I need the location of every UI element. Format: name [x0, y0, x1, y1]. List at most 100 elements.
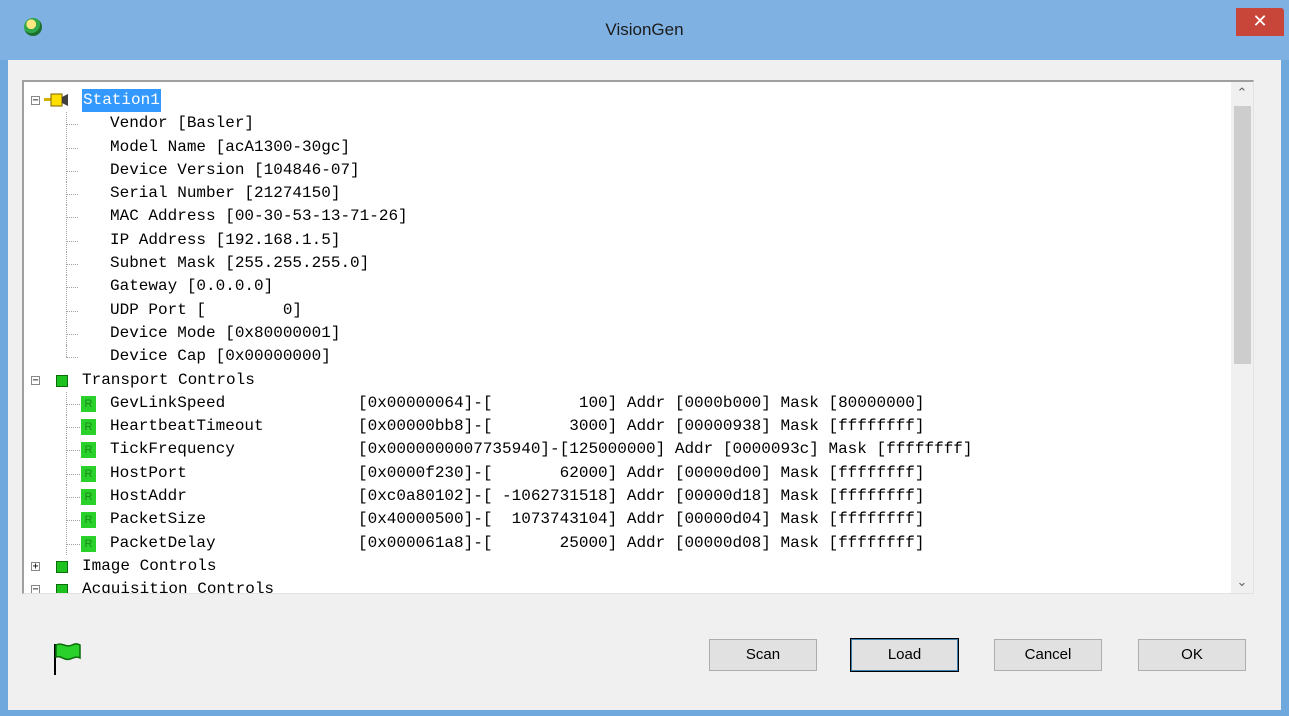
register-value: [0x00000064]-[ 100] Addr [0000b000] Mask… — [358, 393, 925, 412]
register-row[interactable]: R TickFrequency [0x0000000007735940]-[1250… — [24, 438, 1204, 462]
scan-button[interactable]: Scan — [709, 639, 817, 671]
tree-node-label[interactable]: Station1 — [82, 89, 161, 112]
tree-guide-line — [66, 264, 78, 266]
station-info-item[interactable]: Device Version [104846-07] — [24, 158, 1204, 182]
station-info-list: Vendor [Basler] Model Name [acA1300-30gc]… — [24, 112, 1204, 368]
scroll-down-arrow-icon[interactable]: ⌄ — [1231, 571, 1253, 593]
register-icon: R — [81, 395, 96, 412]
station-info-item[interactable]: Device Mode [0x80000001] — [24, 321, 1204, 345]
tree-node-label[interactable]: Acquisition Controls — [82, 578, 274, 593]
vertical-scrollbar[interactable]: ⌃ ⌄ — [1231, 82, 1253, 593]
device-tree[interactable]: − Station1 Vendor [Basler] Model Name [ac… — [22, 80, 1254, 594]
register-row[interactable]: R HostAddr [0xc0a80102]-[ -1062731518] Add… — [24, 485, 1204, 509]
tree-guide-line — [66, 147, 78, 149]
scroll-up-arrow-icon[interactable]: ⌃ — [1231, 82, 1253, 104]
collapse-toggle[interactable]: − — [31, 585, 40, 593]
register-list: R GevLinkSpeed [0x00000064]-[ 100] Addr [0… — [24, 391, 1204, 555]
register-row[interactable]: R PacketSize [0x40000500]-[ 1073743104] Ad… — [24, 508, 1204, 532]
register-value: [0xc0a80102]-[ -1062731518] Addr [00000d… — [358, 487, 925, 506]
station-info-label: Device Cap [0x00000000] — [110, 347, 331, 366]
green-node-icon — [56, 584, 68, 593]
register-name: TickFrequency — [110, 440, 235, 459]
tree-node-transport-controls[interactable]: − Transport Controls — [24, 369, 1204, 392]
station-info-item[interactable]: Device Cap [0x00000000] — [24, 345, 1204, 368]
tree-guide-line — [66, 217, 78, 219]
tree-guide-line — [66, 427, 80, 429]
tree-guide-line — [66, 473, 80, 475]
dialog-client-area: − Station1 Vendor [Basler] Model Name [ac… — [8, 60, 1281, 710]
register-name: HostPort — [110, 463, 187, 482]
tree-guide-line — [66, 194, 78, 196]
station-info-label: Gateway [0.0.0.0] — [110, 277, 274, 296]
tree-guide-line — [66, 403, 80, 405]
green-node-icon — [56, 560, 68, 573]
station-info-item[interactable]: Serial Number [21274150] — [24, 182, 1204, 206]
tree-guide-line — [66, 287, 78, 289]
tree-guide-line — [66, 543, 80, 545]
tree-guide-line — [66, 124, 78, 126]
register-name: PacketDelay — [110, 533, 216, 552]
tree-node-image-controls[interactable]: + Image Controls — [24, 555, 1204, 578]
station-info-label: Model Name [acA1300-30gc] — [110, 137, 351, 156]
register-row[interactable]: R GevLinkSpeed [0x00000064]-[ 100] Addr [0… — [24, 391, 1204, 415]
tree-guide-line — [66, 310, 78, 312]
station-info-label: Device Version [104846-07] — [110, 160, 360, 179]
station-info-label: Device Mode [0x80000001] — [110, 323, 341, 342]
register-row[interactable]: R HeartbeatTimeout [0x00000bb8]-[ 3000] Ad… — [24, 415, 1204, 439]
station-info-item[interactable]: UDP Port [ 0] — [24, 298, 1204, 322]
load-button[interactable]: Load — [850, 638, 959, 672]
tree-guide-line — [66, 357, 78, 359]
register-name: PacketSize — [110, 510, 207, 529]
register-row[interactable]: R HostPort [0x0000f230]-[ 62000] Addr [000… — [24, 461, 1204, 485]
tree-guide-line — [66, 170, 78, 172]
register-name: HeartbeatTimeout — [110, 417, 264, 436]
camera-icon — [44, 93, 68, 107]
register-name: HostAddr — [110, 487, 187, 506]
collapse-toggle[interactable]: − — [31, 96, 40, 106]
tree-guide-line — [66, 240, 78, 242]
close-button[interactable]: ✕ — [1236, 8, 1284, 36]
tree-guide-line — [66, 333, 78, 335]
station-info-label: UDP Port [ 0] — [110, 300, 303, 319]
tree-node-station1[interactable]: − Station1 — [24, 89, 1204, 112]
cancel-button[interactable]: Cancel — [994, 639, 1102, 671]
window-title: VisionGen — [605, 20, 684, 39]
title-bar[interactable]: VisionGen ✕ — [0, 0, 1289, 60]
station-info-label: MAC Address [00-30-53-13-71-26] — [110, 207, 408, 226]
station-info-item[interactable]: IP Address [192.168.1.5] — [24, 228, 1204, 252]
register-row[interactable]: R PacketDelay [0x000061a8]-[ 25000] Addr [… — [24, 531, 1204, 555]
expand-toggle[interactable]: + — [31, 561, 40, 571]
station-info-label: Serial Number [21274150] — [110, 184, 341, 203]
green-flag-icon — [54, 643, 81, 675]
tree-node-label[interactable]: Image Controls — [82, 555, 216, 578]
tree-guide-line — [66, 345, 67, 358]
green-node-icon — [56, 374, 68, 387]
tree-guide-line — [66, 497, 80, 499]
station-info-label: Subnet Mask [255.255.255.0] — [110, 254, 370, 273]
station-info-item[interactable]: Subnet Mask [255.255.255.0] — [24, 252, 1204, 276]
station-info-item[interactable]: MAC Address [00-30-53-13-71-26] — [24, 205, 1204, 229]
station-info-label: Vendor [Basler] — [110, 114, 255, 133]
station-info-item[interactable]: Vendor [Basler] — [24, 112, 1204, 136]
register-name: GevLinkSpeed — [110, 393, 226, 412]
tree-node-label[interactable]: Transport Controls — [82, 369, 255, 392]
register-value: [0x40000500]-[ 1073743104] Addr [00000d0… — [358, 510, 925, 529]
tree-rows: − Station1 Vendor [Basler] Model Name [ac… — [24, 89, 1204, 593]
ok-button[interactable]: OK — [1138, 639, 1246, 671]
station-info-item[interactable]: Model Name [acA1300-30gc] — [24, 135, 1204, 159]
station-info-item[interactable]: Gateway [0.0.0.0] — [24, 275, 1204, 299]
register-icon: R — [81, 535, 96, 552]
tree-node-acquisition-controls[interactable]: − Acquisition Controls — [24, 578, 1204, 593]
register-icon: R — [81, 489, 96, 506]
tree-guide-line — [66, 450, 80, 452]
register-value: [0x0000f230]-[ 62000] Addr [00000d00] Ma… — [358, 463, 925, 482]
register-icon: R — [81, 419, 96, 436]
register-value: [0x000061a8]-[ 25000] Addr [00000d08] Ma… — [358, 533, 925, 552]
scroll-thumb[interactable] — [1234, 106, 1251, 364]
collapse-toggle[interactable]: − — [31, 375, 40, 385]
register-value: [0x0000000007735940]-[125000000] Addr [0… — [358, 440, 973, 459]
register-icon: R — [81, 442, 96, 459]
register-icon: R — [81, 512, 96, 529]
window: VisionGen ✕ − Station1 Vendor [Basler] Mo… — [0, 0, 1289, 716]
tree-guide-line — [66, 520, 80, 522]
